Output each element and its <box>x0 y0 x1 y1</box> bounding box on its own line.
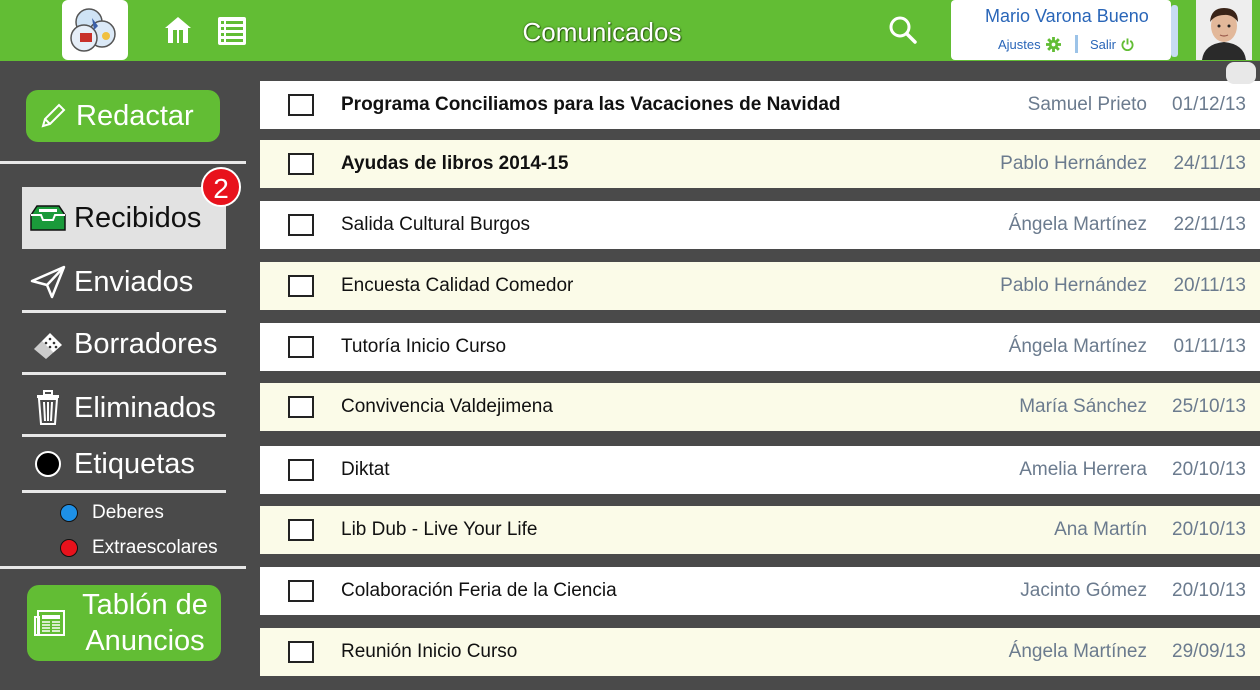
board-label-line2: Anuncios <box>85 625 205 657</box>
message-checkbox[interactable] <box>288 94 314 116</box>
sidebar-divider <box>22 372 226 375</box>
message-row[interactable]: Programa Conciliamos para las Vacaciones… <box>260 81 1260 129</box>
tag-deberes[interactable]: Deberes <box>60 502 164 524</box>
trash-icon <box>37 390 59 425</box>
message-sender: Ángela Martínez <box>1008 641 1147 662</box>
message-subject[interactable]: Lib Dub - Live Your Life <box>341 519 537 541</box>
red-dot-icon <box>60 539 78 557</box>
message-sender: María Sánchez <box>1019 396 1147 417</box>
message-sender: Jacinto Gómez <box>1020 580 1147 601</box>
message-date: 01/11/13 <box>1173 336 1246 357</box>
message-subject[interactable]: Encuesta Calidad Comedor <box>341 275 573 297</box>
message-date: 29/09/13 <box>1172 641 1246 662</box>
sidebar-divider <box>0 161 246 164</box>
message-subject[interactable]: Tutoría Inicio Curso <box>341 336 506 358</box>
user-panel: Mario Varona Bueno Ajustes Salir <box>951 0 1171 60</box>
sidebar-item-enviados[interactable]: Enviados <box>22 251 226 313</box>
user-name[interactable]: Mario Varona Bueno <box>985 6 1149 27</box>
sidebar-item-eliminados[interactable]: Eliminados <box>22 377 226 439</box>
message-checkbox[interactable] <box>288 153 314 175</box>
eraser-icon <box>34 333 62 359</box>
message-date: 20/10/13 <box>1172 580 1246 601</box>
message-sender: Samuel Prieto <box>1027 94 1147 115</box>
bulletin-board-button[interactable]: Tablón de Anuncios <box>27 585 221 661</box>
message-checkbox[interactable] <box>288 459 314 481</box>
message-subject[interactable]: Diktat <box>341 459 390 481</box>
message-sender: Pablo Hernández <box>1000 275 1147 296</box>
message-row[interactable]: Diktat Amelia Herrera 20/10/13 <box>260 446 1260 494</box>
message-row[interactable]: Ayudas de libros 2014-15 Pablo Hernández 2… <box>260 140 1260 188</box>
message-row[interactable]: Encuesta Calidad Comedor Pablo Hernández 2… <box>260 262 1260 310</box>
message-subject[interactable]: Convivencia Valdejimena <box>341 396 553 418</box>
message-checkbox[interactable] <box>288 214 314 236</box>
sidebar-item-recibidos[interactable]: Recibidos <box>22 187 226 249</box>
tag-circle-icon <box>35 451 61 477</box>
message-subject[interactable]: Reunión Inicio Curso <box>341 641 517 663</box>
power-icon <box>1121 38 1134 51</box>
compose-button[interactable]: Redactar <box>26 90 220 142</box>
compose-label: Redactar <box>76 99 194 132</box>
message-date: 20/10/13 <box>1172 459 1246 480</box>
message-date: 24/11/13 <box>1173 153 1246 174</box>
logout-label: Salir <box>1090 37 1117 52</box>
sidebar-item-label: Eliminados <box>74 391 216 424</box>
divider <box>1075 35 1078 53</box>
message-date: 01/12/13 <box>1172 94 1246 115</box>
message-checkbox[interactable] <box>288 580 314 602</box>
sidebar-item-etiquetas[interactable]: Etiquetas <box>22 433 226 495</box>
message-row[interactable]: Lib Dub - Live Your Life Ana Martín 20/10/… <box>260 506 1260 554</box>
message-sender: Ángela Martínez <box>1008 214 1147 235</box>
sidebar-divider <box>22 490 226 493</box>
sidebar-item-label: Recibidos <box>74 201 202 234</box>
sidebar-divider <box>0 566 246 569</box>
sidebar-item-label: Enviados <box>74 265 194 298</box>
top-bar: Comunicados Mario Varona Bueno Ajustes S… <box>0 0 1260 61</box>
sidebar-item-label: Borradores <box>74 327 218 360</box>
message-row[interactable]: Reunión Inicio Curso Ángela Martínez 29/09… <box>260 628 1260 676</box>
message-row[interactable]: Tutoría Inicio Curso Ángela Martínez 01/11… <box>260 323 1260 371</box>
message-subject[interactable]: Programa Conciliamos para las Vacaciones… <box>341 94 841 116</box>
paper-plane-icon <box>30 265 66 299</box>
panel-scroll-indicator <box>1171 5 1178 57</box>
message-sender: Ángela Martínez <box>1008 336 1147 357</box>
message-date: 22/11/13 <box>1173 214 1246 235</box>
settings-label: Ajustes <box>998 37 1041 52</box>
message-checkbox[interactable] <box>288 396 314 418</box>
message-date: 25/10/13 <box>1172 396 1246 417</box>
message-sender: Ana Martín <box>1054 519 1147 540</box>
gear-icon <box>1045 37 1061 52</box>
avatar[interactable] <box>1196 0 1252 60</box>
message-row[interactable]: Colaboración Feria de la Ciencia Jacinto … <box>260 567 1260 615</box>
message-sender: Amelia Herrera <box>1019 459 1147 480</box>
sidebar-item-label: Etiquetas <box>74 447 195 480</box>
logout-link[interactable]: Salir <box>1090 37 1134 52</box>
inbox-tray-icon <box>30 205 66 231</box>
tag-label: Deberes <box>92 502 164 523</box>
unread-badge: 2 <box>201 167 241 207</box>
sidebar-item-borradores[interactable]: Borradores <box>22 313 226 375</box>
scrollbar-handle[interactable] <box>1226 62 1256 84</box>
tag-label: Extraescolares <box>92 537 218 558</box>
message-row[interactable]: Salida Cultural Burgos Ángela Martínez 22/… <box>260 201 1260 249</box>
tag-extraescolares[interactable]: Extraescolares <box>60 537 218 559</box>
message-sender: Pablo Hernández <box>1000 153 1147 174</box>
message-subject[interactable]: Salida Cultural Burgos <box>341 214 530 236</box>
message-subject[interactable]: Colaboración Feria de la Ciencia <box>341 580 617 602</box>
message-date: 20/11/13 <box>1173 275 1246 296</box>
settings-link[interactable]: Ajustes <box>998 37 1061 52</box>
message-checkbox[interactable] <box>288 275 314 297</box>
message-date: 20/10/13 <box>1172 519 1246 540</box>
message-checkbox[interactable] <box>288 519 314 541</box>
message-subject[interactable]: Ayudas de libros 2014-15 <box>341 153 568 175</box>
pencil-icon <box>41 103 66 128</box>
search-icon[interactable] <box>888 15 918 45</box>
message-checkbox[interactable] <box>288 641 314 663</box>
message-checkbox[interactable] <box>288 336 314 358</box>
message-row[interactable]: Convivencia Valdejimena María Sánchez 25/1… <box>260 383 1260 431</box>
board-label-line1: Tablón de <box>82 589 208 621</box>
newspaper-icon <box>34 610 65 636</box>
blue-dot-icon <box>60 504 78 522</box>
